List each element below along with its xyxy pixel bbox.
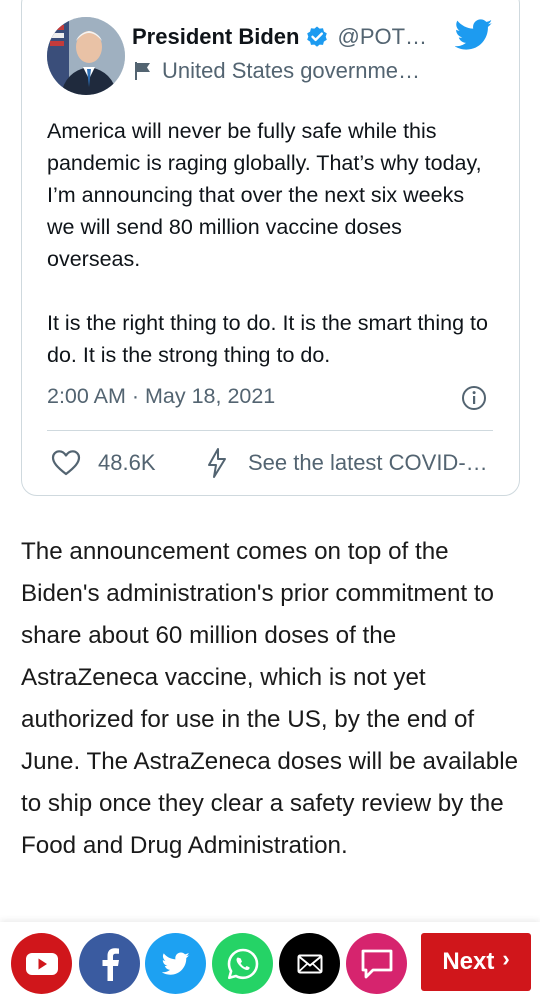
twitter-icon (161, 951, 190, 975)
whatsapp-share-button[interactable] (212, 933, 273, 994)
whatsapp-icon (227, 948, 258, 979)
tweet-paragraph: America will never be fully safe while t… (47, 119, 482, 271)
author-display-name[interactable]: President Biden (132, 24, 299, 50)
facebook-icon (102, 947, 119, 981)
youtube-icon (25, 952, 58, 975)
account-label-row: United States governme… (134, 58, 420, 84)
comment-icon (361, 949, 392, 978)
tweet-divider (47, 430, 493, 431)
heart-icon[interactable] (51, 449, 81, 477)
flag-icon (134, 61, 152, 81)
tweet-timestamp[interactable]: 2:00 AM · May 18, 2021 (47, 384, 275, 409)
info-icon[interactable] (461, 385, 487, 411)
verified-badge-icon (305, 25, 329, 49)
account-label: United States governme… (162, 58, 421, 83)
chevron-right-icon: › (502, 946, 510, 971)
lightning-bolt-icon (205, 447, 229, 479)
twitter-logo-icon[interactable] (454, 18, 493, 52)
tweet-author-row[interactable]: President Biden @POT… (132, 24, 427, 50)
comment-share-button[interactable] (346, 933, 407, 994)
tweet-body[interactable]: America will never be fully safe while t… (47, 115, 497, 371)
twitter-share-button[interactable] (145, 933, 206, 994)
email-share-button[interactable] (279, 933, 340, 994)
next-label: Next (442, 948, 495, 975)
email-icon (297, 954, 322, 973)
like-count[interactable]: 48.6K (98, 450, 156, 476)
avatar[interactable] (47, 17, 125, 95)
tweet-paragraph: It is the right thing to do. It is the s… (47, 311, 488, 367)
facebook-share-button[interactable] (79, 933, 140, 994)
avatar-photo (47, 17, 125, 95)
next-article-button[interactable]: Next › (421, 933, 531, 991)
article-paragraph: The announcement comes on top of the Bid… (21, 538, 519, 859)
author-handle[interactable]: @POT… (337, 24, 427, 50)
youtube-share-button[interactable] (11, 933, 72, 994)
share-bar: Next › (0, 922, 540, 1005)
covid-info-link[interactable]: See the latest COVID-… (248, 450, 488, 476)
